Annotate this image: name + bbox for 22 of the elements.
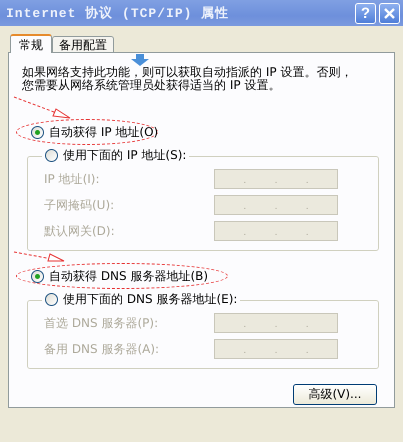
field-label: IP 地址(I):: [44, 170, 100, 188]
radio-label[interactable]: 使用下面的 IP 地址(S):: [63, 147, 186, 164]
tab[interactable]: 常规: [10, 34, 52, 53]
radio-button[interactable]: [31, 270, 44, 282]
field-label: 首选 DNS 服务器(P):: [44, 314, 158, 332]
radio-button[interactable]: [31, 126, 44, 138]
radio-label[interactable]: 自动获得 IP 地址(O): [49, 124, 158, 140]
radio-button[interactable]: [45, 293, 58, 306]
radio-button[interactable]: [45, 149, 58, 162]
pointer-arrow: [14, 252, 64, 262]
description-text: 如果网络支持此功能，则可以获取自动指派的 IP 设置。否则，您需要从网络系统管理员处获得适当的 IP 设置。: [22, 66, 354, 92]
radio-label[interactable]: 使用下面的 DNS 服务器地址(E):: [63, 291, 238, 308]
tab[interactable]: 备用配置: [52, 36, 114, 52]
down-arrow-icon: [131, 54, 149, 66]
close-icon: [383, 6, 396, 20]
close-button[interactable]: [379, 2, 400, 24]
field-label: 默认网关(D):: [44, 222, 115, 240]
field-label: 子网掩码(U):: [44, 196, 114, 214]
advanced-button[interactable]: 高级(V)...: [293, 384, 377, 405]
window-title: Internet 协议 (TCP/IP) 属性: [6, 4, 230, 22]
field-label: 备用 DNS 服务器(A):: [44, 340, 160, 358]
radio-label[interactable]: 自动获得 DNS 服务器地址(B): [49, 268, 208, 284]
